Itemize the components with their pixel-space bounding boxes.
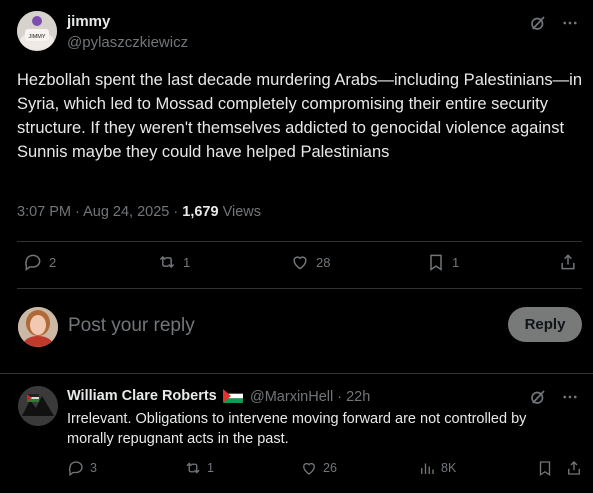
- repost-icon: [186, 462, 200, 474]
- avatar[interactable]: [18, 307, 58, 347]
- repost-button[interactable]: 1: [184, 459, 214, 477]
- repost-count: 1: [207, 461, 214, 475]
- reply-actions: 3 1 26 8K: [67, 459, 582, 481]
- reply-icon: [68, 461, 83, 477]
- share-icon: [561, 254, 575, 270]
- reply-author-name[interactable]: William Clare Roberts: [67, 388, 217, 404]
- like-button[interactable]: 28: [290, 252, 330, 272]
- bookmark-button[interactable]: [536, 459, 554, 477]
- divider: [17, 241, 582, 242]
- reply-author: William Clare Roberts: [67, 388, 243, 404]
- palestine-flag-icon: [222, 389, 243, 403]
- grok-icon[interactable]: [527, 386, 549, 408]
- like-count: 28: [316, 254, 331, 270]
- repost-button[interactable]: 1: [157, 252, 190, 272]
- bookmark-button[interactable]: 1: [426, 252, 459, 272]
- bookmark-icon: [430, 254, 442, 271]
- views-button[interactable]: 8K: [418, 459, 456, 477]
- reply-composer: Post your reply Reply: [0, 300, 593, 360]
- bookmark-icon: [539, 461, 551, 477]
- more-icon[interactable]: [559, 12, 581, 34]
- avatar-image: JIMMY: [17, 11, 57, 51]
- reply-post[interactable]: William Clare Roberts @MarxinHell · 22h …: [0, 374, 593, 493]
- views-count: 8K: [441, 461, 457, 475]
- avatar[interactable]: JIMMY: [17, 11, 57, 51]
- avatar[interactable]: [18, 386, 58, 426]
- share-button[interactable]: [558, 252, 578, 272]
- author-handle[interactable]: @pylaszczkiewicz: [67, 34, 188, 51]
- reply-input[interactable]: Post your reply: [68, 315, 195, 337]
- reply-top-icons: [527, 386, 581, 408]
- more-icon[interactable]: [559, 386, 581, 408]
- reply-submit-button[interactable]: Reply: [508, 307, 582, 342]
- like-button[interactable]: 26: [300, 459, 337, 477]
- repost-count: 1: [183, 254, 191, 270]
- divider: [17, 288, 582, 289]
- avatar-image: [18, 386, 58, 426]
- reply-text: Irrelevant. Obligations to intervene mov…: [67, 411, 527, 447]
- post-meta: 3:07 PM · Aug 24, 2025 · 1,679 Views: [17, 204, 261, 220]
- reply-button[interactable]: 3: [67, 459, 97, 477]
- reply-icon: [25, 254, 41, 271]
- like-count: 26: [323, 461, 337, 475]
- bookmark-count: 1: [452, 254, 460, 270]
- grok-icon[interactable]: [527, 12, 549, 34]
- repost-icon: [159, 255, 175, 269]
- author-name[interactable]: jimmy: [67, 13, 110, 30]
- reply-author-handle[interactable]: @MarxinHell · 22h: [250, 389, 370, 405]
- avatar-image: [18, 307, 58, 347]
- like-icon: [293, 256, 307, 270]
- views-count: 1,679: [182, 204, 219, 220]
- post-top-icons: [527, 12, 581, 34]
- reply-count: 2: [49, 254, 57, 270]
- reply-count: 3: [90, 461, 97, 475]
- views-icon: [421, 463, 434, 474]
- post-timestamp[interactable]: 3:07 PM · Aug 24, 2025 ·: [17, 204, 182, 220]
- share-icon: [568, 461, 580, 475]
- post-actions: 2 1 28 1: [17, 252, 582, 278]
- avatar-label: JIMMY: [28, 34, 45, 40]
- views-label: Views: [218, 204, 261, 220]
- like-icon: [303, 462, 315, 475]
- post-text: Hezbollah spent the last decade murderin…: [17, 71, 582, 161]
- reply-button[interactable]: 2: [23, 252, 56, 272]
- share-button[interactable]: [565, 459, 583, 477]
